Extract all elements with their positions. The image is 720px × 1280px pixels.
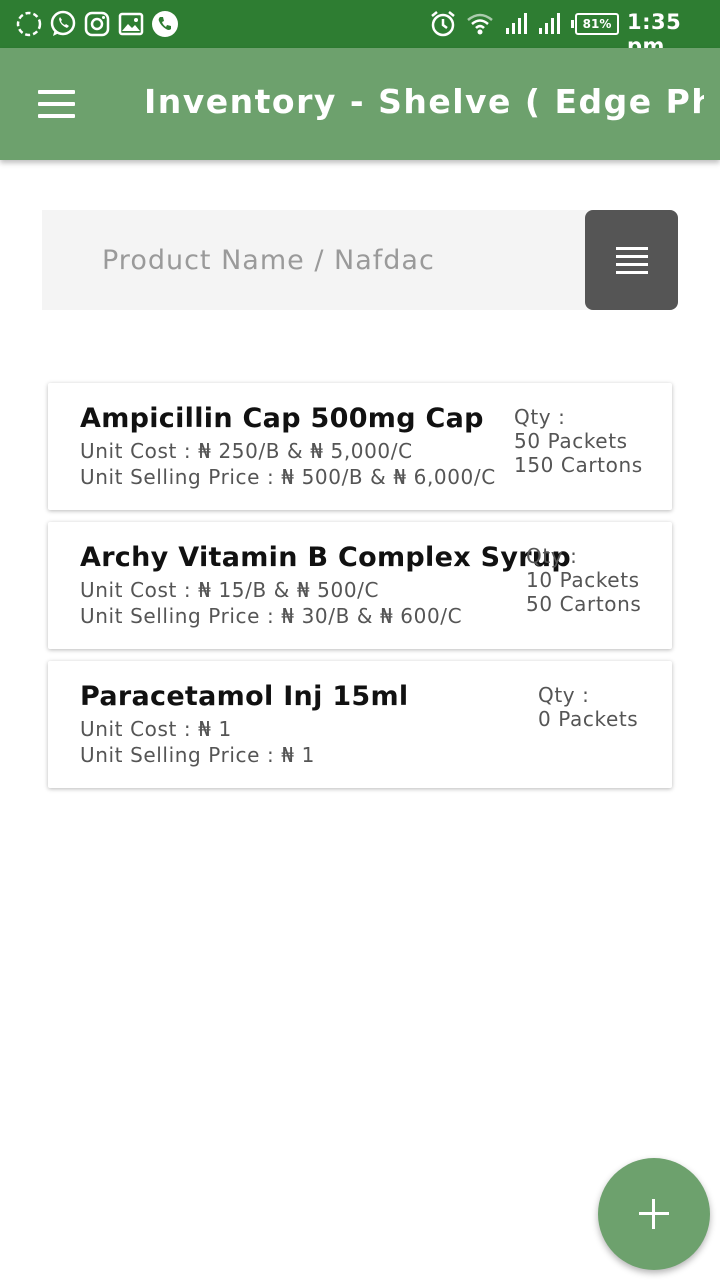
wifi-icon [466, 10, 494, 38]
unit-selling-price: Unit Selling Price : ₦ 500/B & ₦ 6,000/C [80, 465, 496, 489]
app-bar: Inventory - Shelve ( Edge Pha... [0, 48, 720, 160]
qty-packets: 0 Packets [538, 707, 639, 731]
search-input[interactable] [102, 240, 582, 280]
product-card[interactable]: Archy Vitamin B Complex Syrup Unit Cost … [48, 522, 672, 649]
filter-button[interactable] [585, 210, 678, 310]
qty-label: Qty : [538, 683, 590, 707]
unit-cost: Unit Cost : ₦ 15/B & ₦ 500/C [80, 578, 380, 602]
status-bar: 81% 1:35 pm [0, 0, 720, 58]
unit-selling-price: Unit Selling Price : ₦ 1 [80, 743, 315, 767]
whatsapp-icon [49, 10, 77, 38]
qty-cartons: 50 Cartons [526, 592, 642, 616]
product-name: Ampicillin Cap 500mg Cap [80, 403, 484, 434]
signal-icon [536, 10, 564, 38]
qty-label: Qty : [514, 405, 566, 429]
qty-label: Qty : [526, 544, 578, 568]
product-card[interactable]: Paracetamol Inj 15ml Unit Cost : ₦ 1 Uni… [48, 661, 672, 788]
gallery-icon [117, 10, 145, 38]
product-name: Archy Vitamin B Complex Syrup [80, 542, 572, 573]
unit-cost: Unit Cost : ₦ 250/B & ₦ 5,000/C [80, 439, 413, 463]
instagram-icon [83, 10, 111, 38]
unit-cost: Unit Cost : ₦ 1 [80, 717, 232, 741]
quantity: Qty : 10 Packets 50 Cartons [526, 544, 641, 616]
product-card[interactable]: Ampicillin Cap 500mg Cap Unit Cost : ₦ 2… [48, 383, 672, 510]
phone-icon [151, 10, 179, 38]
signal-icon [503, 10, 531, 38]
search-box [42, 210, 602, 310]
quantity: Qty : 50 Packets 150 Cartons [514, 405, 643, 477]
battery-icon: 81% [571, 13, 619, 35]
sync-icon [15, 10, 43, 38]
product-name: Paracetamol Inj 15ml [80, 681, 409, 712]
qty-packets: 10 Packets [526, 568, 640, 592]
alarm-icon [429, 10, 457, 38]
add-product-button[interactable] [598, 1158, 710, 1270]
quantity: Qty : 0 Packets [538, 683, 638, 731]
list-filter-icon [616, 247, 648, 275]
qty-cartons: 150 Cartons [514, 453, 643, 477]
qty-packets: 50 Packets [514, 429, 628, 453]
hamburger-menu-icon[interactable] [30, 82, 82, 126]
page-title: Inventory - Shelve ( Edge Pha... [144, 82, 704, 121]
unit-selling-price: Unit Selling Price : ₦ 30/B & ₦ 600/C [80, 604, 463, 628]
